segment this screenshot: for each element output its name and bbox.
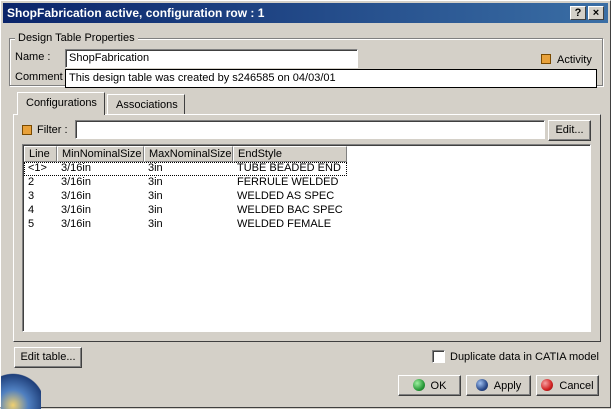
table-row[interactable]: 5 3/16in 3in WELDED FEMALE xyxy=(24,218,591,232)
cell-endstyle: WELDED FEMALE xyxy=(237,218,332,230)
apply-icon xyxy=(475,379,488,391)
apply-label: Apply xyxy=(493,380,522,392)
cancel-button[interactable]: Cancel xyxy=(536,375,599,396)
table-header: Line MinNominalSize MaxNominalSize EndSt… xyxy=(24,146,591,162)
cancel-icon xyxy=(541,379,554,391)
table-row[interactable]: 2 3/16in 3in FERRULE WELDED xyxy=(24,176,591,190)
configurations-table[interactable]: Line MinNominalSize MaxNominalSize EndSt… xyxy=(22,144,591,332)
column-header-maxnominalsize[interactable]: MaxNominalSize xyxy=(144,146,233,162)
catia-globe-icon xyxy=(1,371,41,409)
cell-max: 3in xyxy=(148,162,163,174)
cell-max: 3in xyxy=(148,218,163,230)
column-header-endstyle[interactable]: EndStyle xyxy=(233,146,347,162)
comment-field[interactable]: This design table was created by s246585… xyxy=(65,69,597,88)
edit-table-button[interactable]: Edit table... xyxy=(14,347,82,368)
help-button[interactable]: ? xyxy=(570,6,586,20)
cell-line: <1> xyxy=(28,162,47,174)
table-row[interactable]: <1> 3/16in 3in TUBE BEADED END xyxy=(24,162,591,176)
comment-label: Comment : xyxy=(15,71,69,83)
cell-line: 3 xyxy=(28,190,35,202)
cell-max: 3in xyxy=(148,190,163,202)
title-bar[interactable]: ShopFabrication active, configuration ro… xyxy=(3,3,608,23)
cell-endstyle: FERRULE WELDED xyxy=(237,176,339,188)
ok-button[interactable]: OK xyxy=(398,375,461,396)
cell-max: 3in xyxy=(148,204,163,216)
cell-line: 5 xyxy=(28,218,35,230)
ok-label: OK xyxy=(430,380,447,392)
cell-line: 4 xyxy=(28,204,35,216)
activity-label: Activity xyxy=(557,54,592,66)
filter-label: Filter : xyxy=(37,124,68,136)
column-header-line[interactable]: Line xyxy=(24,146,57,162)
name-label: Name : xyxy=(15,51,51,63)
cell-endstyle: WELDED BAC SPEC xyxy=(237,204,343,216)
cancel-label: Cancel xyxy=(559,380,594,392)
table-row[interactable]: 3 3/16in 3in WELDED AS SPEC xyxy=(24,190,591,204)
name-field[interactable]: ShopFabrication xyxy=(65,49,358,68)
duplicate-data-label: Duplicate data in CATIA model xyxy=(450,351,599,363)
ok-icon xyxy=(412,379,425,391)
window-title: ShopFabrication active, configuration ro… xyxy=(7,6,265,20)
duplicate-data-checkbox[interactable] xyxy=(432,350,445,363)
group-legend: Design Table Properties xyxy=(15,32,138,44)
filter-checkbox[interactable] xyxy=(22,125,32,135)
cell-min: 3/16in xyxy=(61,162,91,174)
cell-endstyle: WELDED AS SPEC xyxy=(237,190,335,202)
cell-max: 3in xyxy=(148,176,163,188)
dialog-window: ShopFabrication active, configuration ro… xyxy=(0,0,611,409)
close-button[interactable]: × xyxy=(588,6,604,20)
table-row[interactable]: 4 3/16in 3in WELDED BAC SPEC xyxy=(24,204,591,218)
cell-min: 3/16in xyxy=(61,204,91,216)
cell-line: 2 xyxy=(28,176,35,188)
cell-min: 3/16in xyxy=(61,218,91,230)
column-header-minnominalsize[interactable]: MinNominalSize xyxy=(57,146,144,162)
activity-checkbox[interactable] xyxy=(541,54,551,64)
apply-button[interactable]: Apply xyxy=(466,375,531,396)
cell-min: 3/16in xyxy=(61,190,91,202)
tab-associations[interactable]: Associations xyxy=(107,94,185,115)
cell-endstyle: TUBE BEADED END xyxy=(237,162,341,174)
filter-input[interactable] xyxy=(75,120,545,139)
cell-min: 3/16in xyxy=(61,176,91,188)
tab-configurations[interactable]: Configurations xyxy=(17,92,105,115)
filter-edit-button[interactable]: Edit... xyxy=(548,120,591,141)
